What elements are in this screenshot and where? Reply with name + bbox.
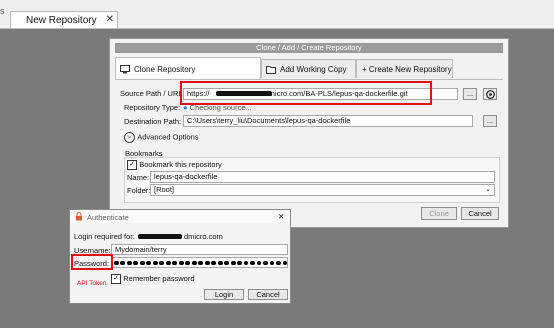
dialog-title: Clone / Add / Create Repository: [115, 43, 503, 53]
source-path-label: Source Path / URL:: [120, 89, 185, 98]
auth-cancel-button[interactable]: Cancel: [248, 289, 288, 300]
password-mask-dot: [282, 260, 287, 266]
password-mask-dot: [224, 260, 230, 266]
close-icon[interactable]: ✕: [106, 14, 114, 25]
password-mask-dot: [133, 260, 139, 266]
remember-password-checkbox[interactable]: ✓ Remember password: [111, 274, 195, 284]
authenticate-dialog: Authenticate ✕ Login required for: dmicr…: [69, 209, 291, 304]
api-token-annotation: API Token: [77, 280, 107, 287]
info-icon: ●: [183, 103, 188, 112]
tab-label: Add Working Copy: [280, 65, 347, 74]
browse-button[interactable]: ...: [463, 88, 477, 100]
folder-select-value: [Root]: [154, 185, 175, 194]
repository-type-value: ● Checking source...: [183, 103, 252, 112]
password-mask-dot: [198, 260, 204, 266]
password-input[interactable]: [111, 257, 288, 268]
password-mask-dot: [217, 260, 223, 266]
login-required-host: dmicro.com: [184, 232, 223, 241]
tab-add-working-copy[interactable]: Add Working Copy: [261, 59, 356, 78]
login-required-prefix: Login required for:: [74, 232, 135, 241]
name-label: Name:: [127, 173, 150, 182]
password-mask-dot: [204, 260, 210, 266]
previous-tab-stub[interactable]: s: [0, 6, 5, 16]
tab-label: Clone Repository: [134, 65, 196, 74]
password-mask-dot: [146, 260, 152, 266]
checkbox-checked-icon: ✓: [127, 160, 137, 170]
password-mask-dot: [276, 260, 281, 266]
clone-dialog: Clone / Add / Create Repository Clone Re…: [109, 38, 509, 228]
clone-button[interactable]: Clone: [421, 207, 457, 220]
chevron-down-icon: ⌄: [124, 132, 135, 143]
repository-type-label: Repository Type:: [124, 103, 181, 112]
advanced-options-label: Advanced Options: [137, 132, 199, 142]
redaction-mark: [138, 234, 182, 239]
login-button[interactable]: Login: [204, 289, 244, 300]
folder-icon: [266, 65, 276, 76]
bookmark-checkbox[interactable]: ✓ Bookmark this repository: [127, 160, 222, 170]
password-mask-dot: [152, 260, 158, 266]
password-mask-dot: [256, 260, 262, 266]
password-mask-dot: [191, 260, 197, 266]
lock-icon: [75, 212, 83, 223]
password-mask-dot: [185, 260, 191, 266]
highlight-url: [180, 81, 432, 105]
folder-select[interactable]: [Root] ⌄: [150, 184, 495, 196]
repository-type-status: Checking source...: [189, 103, 252, 112]
close-icon[interactable]: ✕: [278, 212, 284, 221]
highlight-password-label: [71, 254, 113, 270]
bookmark-name-input[interactable]: lepus-qa-dockerfile: [150, 171, 495, 183]
tab-create-new-repository[interactable]: + Create New Repository: [356, 59, 453, 78]
username-input[interactable]: Mydomain/terry: [111, 244, 288, 255]
chevron-down-icon: ⌄: [485, 186, 491, 193]
bookmark-checkbox-label: Bookmark this repository: [139, 160, 222, 170]
password-mask-dot: [263, 260, 268, 266]
remember-password-label: Remember password: [123, 274, 195, 284]
tab-label: + Create New Repository: [362, 65, 452, 74]
tab-clone-repository[interactable]: Clone Repository: [115, 57, 261, 79]
checkbox-checked-icon: ✓: [111, 274, 121, 284]
password-mask-dot: [165, 260, 171, 266]
password-mask-dot: [120, 260, 126, 266]
folder-label: Folder:: [127, 186, 151, 195]
cancel-button[interactable]: Cancel: [461, 207, 499, 220]
password-mask-dot: [159, 260, 165, 266]
destination-path-input[interactable]: C:\Users\terry_liu\Documents\lepus-qa-do…: [183, 115, 473, 127]
password-mask-dot: [269, 260, 275, 266]
password-mask-dot: [230, 260, 236, 266]
destination-path-label: Destination Path:: [124, 117, 182, 126]
advanced-options-toggle[interactable]: ⌄ Advanced Options: [124, 132, 199, 143]
password-mask-dot: [211, 260, 217, 266]
tab-label: New Repository: [26, 15, 97, 26]
password-mask-dot: [250, 260, 255, 266]
password-mask-dot: [172, 260, 178, 266]
computer-icon: [120, 65, 130, 76]
password-mask-dot: [237, 260, 242, 266]
auth-titlebar: Authenticate ✕: [70, 210, 290, 223]
globe-icon: [485, 90, 495, 101]
remote-button[interactable]: [483, 88, 497, 100]
destination-browse-button[interactable]: ...: [483, 115, 497, 127]
dialog-tabs: Clone Repository Add Working Copy + Crea…: [115, 57, 503, 80]
top-bar: s New Repository ✕: [0, 0, 554, 29]
tab-new-repository[interactable]: New Repository ✕: [10, 11, 118, 28]
password-mask-dot: [178, 260, 184, 266]
password-mask-dot: [243, 260, 249, 266]
auth-title: Authenticate: [87, 213, 129, 222]
password-mask-dot: [126, 260, 132, 266]
password-mask-dot: [114, 260, 119, 266]
password-mask-dot: [139, 260, 145, 266]
